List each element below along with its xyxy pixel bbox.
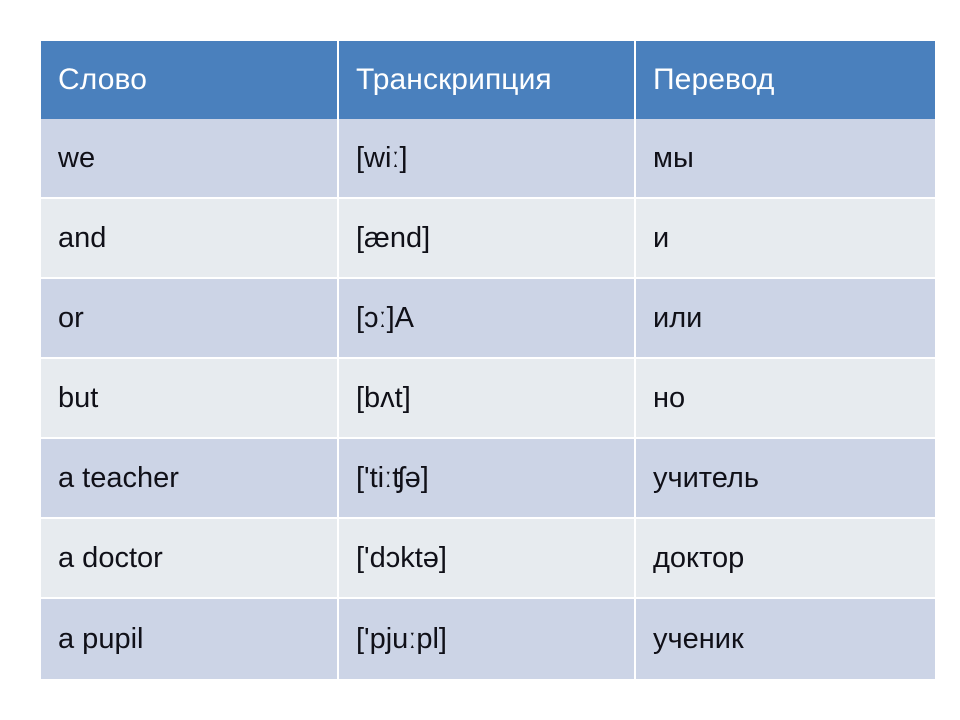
table-row: and [ænd] и: [41, 199, 935, 279]
table-body: we [wiː] мы and [ænd] и or [ɔː]A или but…: [41, 119, 935, 679]
cell-word: we: [41, 119, 339, 199]
cell-transcription: ['dɔktə]: [339, 519, 636, 599]
cell-word: but: [41, 359, 339, 439]
table-header: Слово Транскрипция Перевод: [41, 41, 935, 119]
cell-translation: мы: [636, 119, 935, 199]
cell-word: a doctor: [41, 519, 339, 599]
table-row: but [bʌt] но: [41, 359, 935, 439]
table-row: or [ɔː]A или: [41, 279, 935, 359]
cell-word: and: [41, 199, 339, 279]
cell-transcription: ['pjuːpl]: [339, 599, 636, 679]
cell-translation: доктор: [636, 519, 935, 599]
cell-transcription: ['tiːʧə]: [339, 439, 636, 519]
cell-transcription: [ænd]: [339, 199, 636, 279]
table-row: a doctor ['dɔktə] доктор: [41, 519, 935, 599]
cell-word: a teacher: [41, 439, 339, 519]
cell-translation: учитель: [636, 439, 935, 519]
column-header-transcription: Транскрипция: [339, 41, 636, 119]
column-header-translation: Перевод: [636, 41, 935, 119]
table-row: we [wiː] мы: [41, 119, 935, 199]
vocabulary-table: Слово Транскрипция Перевод we [wiː] мы a…: [41, 41, 935, 679]
cell-word: a pupil: [41, 599, 339, 679]
cell-transcription: [ɔː]A: [339, 279, 636, 359]
slide-canvas: Слово Транскрипция Перевод we [wiː] мы a…: [0, 0, 960, 720]
column-header-word: Слово: [41, 41, 339, 119]
cell-translation: но: [636, 359, 935, 439]
cell-translation: и: [636, 199, 935, 279]
cell-transcription: [wiː]: [339, 119, 636, 199]
table-header-row: Слово Транскрипция Перевод: [41, 41, 935, 119]
table-row: a pupil ['pjuːpl] ученик: [41, 599, 935, 679]
table-row: a teacher ['tiːʧə] учитель: [41, 439, 935, 519]
cell-word: or: [41, 279, 339, 359]
cell-translation: или: [636, 279, 935, 359]
cell-translation: ученик: [636, 599, 935, 679]
cell-transcription: [bʌt]: [339, 359, 636, 439]
